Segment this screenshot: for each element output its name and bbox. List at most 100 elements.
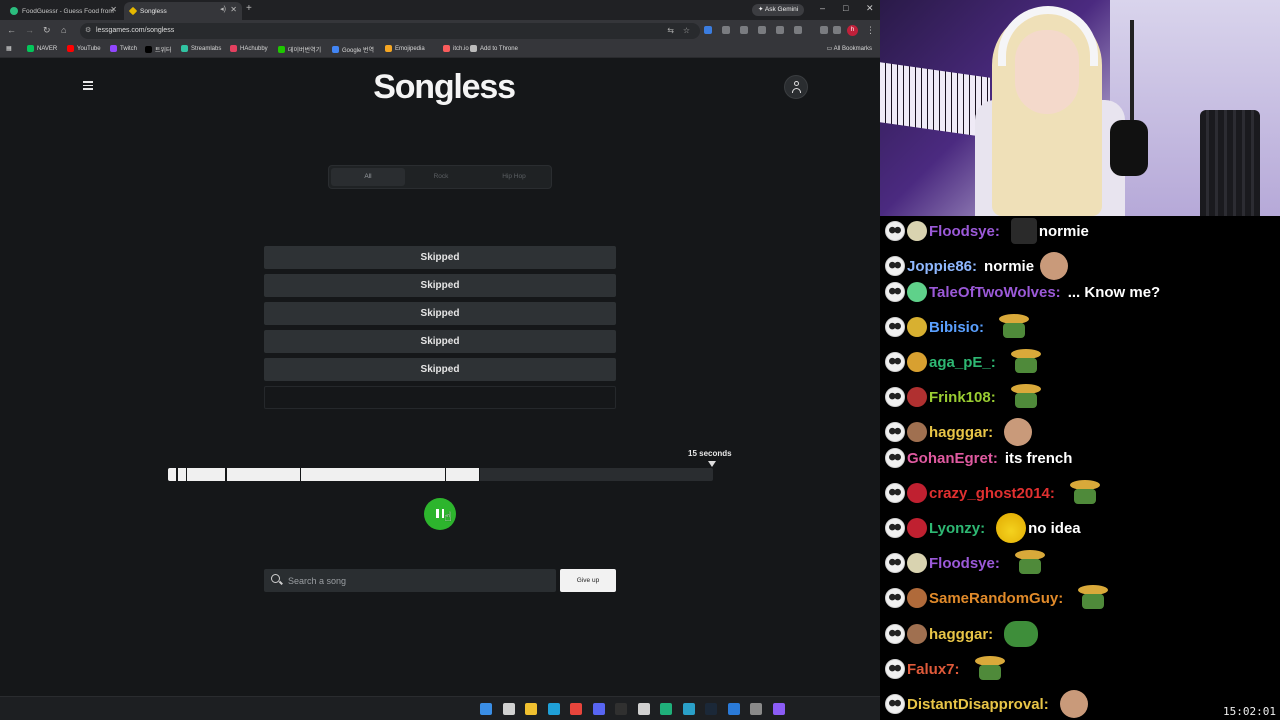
bookmark-favicon-icon <box>230 45 237 52</box>
spreadsheet-icon[interactable] <box>660 703 672 715</box>
bookmark-item[interactable]: Emojipedia <box>385 45 425 52</box>
song-search-input[interactable] <box>288 569 548 592</box>
file-explorer-icon[interactable] <box>525 703 537 715</box>
edge-icon[interactable] <box>547 703 560 715</box>
forward-icon[interactable]: → <box>25 25 34 35</box>
minimize-icon[interactable]: – <box>820 3 825 13</box>
chat-username[interactable]: crazy_ghost2014: <box>929 485 1055 502</box>
segment-divider <box>225 468 227 481</box>
account-icon[interactable] <box>784 75 808 99</box>
settings-icon[interactable] <box>750 703 762 715</box>
chat-username[interactable]: SameRandomGuy: <box>929 590 1063 607</box>
chat-username[interactable]: Lyonzy: <box>929 520 985 537</box>
search-icon[interactable] <box>502 703 515 715</box>
tab-songless[interactable]: Songless ◂) ✕ <box>124 2 242 20</box>
sombrero-emote-icon <box>1011 550 1049 576</box>
app-icon[interactable] <box>637 703 650 715</box>
chrome-icon[interactable] <box>570 703 582 715</box>
paint-icon[interactable] <box>727 703 740 715</box>
chat-username[interactable]: Frink108: <box>929 389 996 406</box>
songless-favicon-icon <box>128 6 138 16</box>
subscriber-badge-icon <box>907 624 927 644</box>
extension-icon[interactable] <box>704 26 712 34</box>
close-tab-icon[interactable]: ✕ <box>230 5 237 14</box>
chat-username[interactable]: aga_pE_: <box>929 354 996 371</box>
bookmark-item[interactable]: 데이버번역기 <box>278 45 321 54</box>
chat-username[interactable]: Joppie86: <box>907 258 977 275</box>
close-window-icon[interactable]: ✕ <box>866 3 874 14</box>
bookmark-item[interactable]: Twitch <box>110 45 137 52</box>
bookmark-item[interactable]: YouTube <box>67 45 101 52</box>
bookmark-favicon-icon <box>332 46 339 53</box>
ask-gemini-button[interactable]: ✦ Ask Gemini <box>752 4 805 16</box>
chat-username[interactable]: DistantDisapproval: <box>907 696 1049 713</box>
back-icon[interactable]: ← <box>7 25 16 35</box>
cursor-app-icon[interactable] <box>682 703 695 715</box>
extension-icon[interactable] <box>740 26 748 34</box>
panda-badge-icon <box>885 317 905 337</box>
chat-message-text: no idea <box>1028 519 1081 537</box>
maximize-icon[interactable]: □ <box>843 3 848 13</box>
bookmark-item[interactable]: Add to Throne <box>470 45 518 52</box>
tab-foodguessr[interactable]: FoodGuessr - Guess Food from ✕ <box>4 2 122 20</box>
downloads-icon[interactable] <box>833 26 841 34</box>
obs-icon[interactable] <box>615 703 627 715</box>
discord-icon[interactable] <box>592 703 605 715</box>
sidebar-icon[interactable] <box>820 26 828 34</box>
extensions-puzzle-icon[interactable] <box>794 26 802 34</box>
chat-message: Falux7: <box>885 656 1009 682</box>
bookmark-item[interactable]: Streamlabs <box>181 45 221 52</box>
segment-divider <box>176 468 178 481</box>
bookmark-item[interactable]: Google 번역 <box>332 45 374 54</box>
chat-username[interactable]: hagggar: <box>929 626 993 643</box>
steam-icon[interactable] <box>705 703 717 715</box>
chat-username[interactable]: Bibisio: <box>929 319 984 336</box>
all-bookmarks-button[interactable]: ▭ All Bookmarks <box>827 45 872 52</box>
give-up-button[interactable]: Give up <box>560 569 616 592</box>
segment-divider <box>478 468 481 481</box>
tab-all[interactable]: All <box>331 168 405 186</box>
genre-tabs: All Rock Hip Hop <box>328 165 552 189</box>
start-icon[interactable] <box>480 703 492 715</box>
assistant-icon[interactable] <box>772 703 785 715</box>
menu-dots-icon[interactable]: ⋮ <box>866 25 875 36</box>
hamburger-menu-icon[interactable] <box>83 81 93 90</box>
chat-username[interactable]: Falux7: <box>907 661 960 678</box>
address-bar[interactable]: ⚙ lessgames.com/songless ⇆ ☆ <box>80 23 700 39</box>
bookmark-favicon-icon <box>470 45 477 52</box>
site-info-icon[interactable]: ⚙ <box>85 23 91 39</box>
webcam-mic-arm <box>1130 20 1134 130</box>
bookmark-item[interactable]: NAVER <box>27 45 57 52</box>
bookmark-item[interactable]: 트위터 <box>145 45 172 54</box>
chat-username[interactable]: Floodsye: <box>929 555 1000 572</box>
chat-username[interactable]: hagggar: <box>929 424 993 441</box>
chat-username[interactable]: Floodsye: <box>929 223 1000 240</box>
clock: 15:02:01 <box>1223 705 1276 718</box>
bookmark-label: Streamlabs <box>191 45 222 52</box>
bookmark-star-icon[interactable]: ☆ <box>683 23 690 39</box>
chat-username[interactable]: TaleOfTwoWolves: <box>929 284 1061 301</box>
bookmark-item[interactable]: HAchubby <box>230 45 268 52</box>
subscriber-badge-icon <box>907 352 927 372</box>
new-tab-icon[interactable]: + <box>246 3 252 14</box>
tab-hip-hop[interactable]: Hip Hop <box>477 168 551 186</box>
songless-logo[interactable]: Songless <box>344 68 544 107</box>
tab-rock[interactable]: Rock <box>404 168 478 186</box>
panda-badge-icon <box>885 221 905 241</box>
profile-avatar[interactable]: h <box>847 25 858 36</box>
reload-icon[interactable]: ↻ <box>43 25 51 36</box>
close-tab-icon[interactable]: ✕ <box>110 5 117 14</box>
apps-grid-icon[interactable]: ▦ <box>6 45 12 52</box>
extension-icon[interactable] <box>722 26 730 34</box>
bookmark-item[interactable]: itch.io <box>443 45 469 52</box>
chat-message: hagggar: <box>885 418 1033 446</box>
panda-badge-icon <box>885 448 905 468</box>
chat-username[interactable]: GohanEgret: <box>907 450 998 467</box>
webcam-heater <box>1200 110 1260 216</box>
extension-icon[interactable] <box>758 26 766 34</box>
translate-icon[interactable]: ⇆ <box>667 23 674 39</box>
face-emote-icon <box>1059 690 1088 718</box>
home-icon[interactable]: ⌂ <box>61 25 66 35</box>
speaker-icon[interactable]: ◂) <box>220 5 226 13</box>
extension-icon[interactable] <box>776 26 784 34</box>
